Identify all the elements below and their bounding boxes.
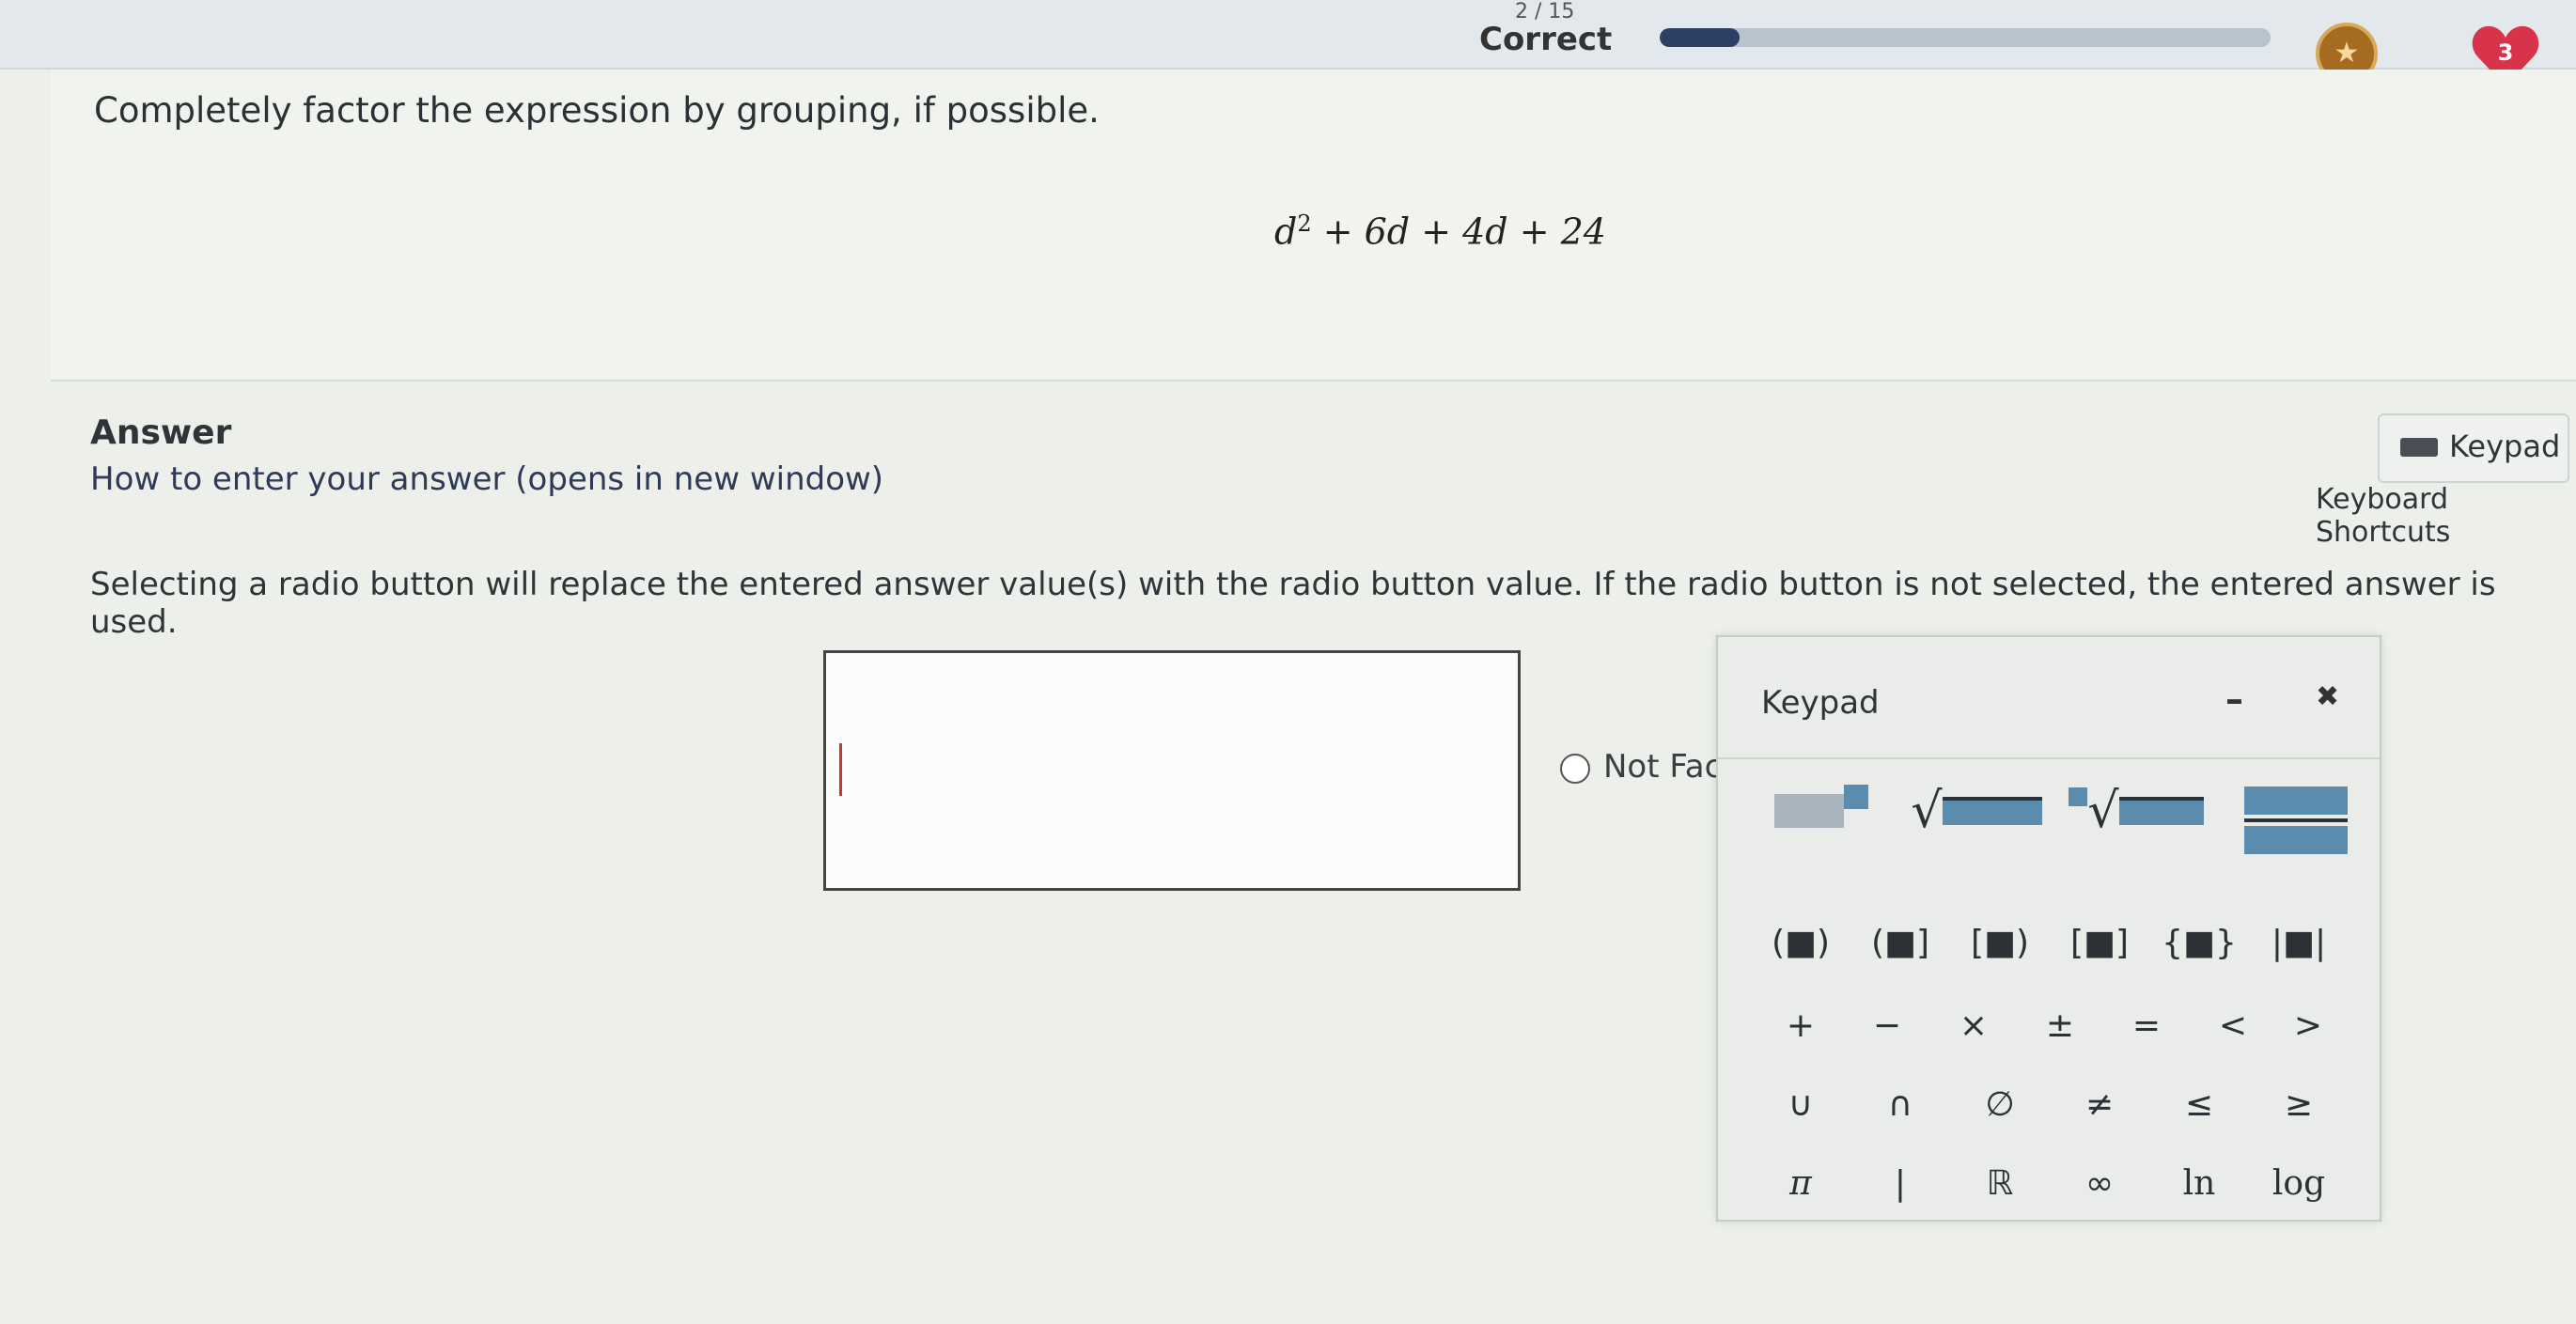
absolute-value-label: |■| [2271, 923, 2327, 962]
math-expression: d2 + 6d + 4d + 24 [1274, 210, 1606, 253]
less-equal-button[interactable]: ≤ [2154, 1071, 2244, 1137]
minimize-button[interactable]: – [2225, 678, 2243, 720]
plus-minus-button[interactable]: ± [2015, 992, 2105, 1058]
bracket-paren-label: [■) [1970, 923, 2030, 962]
nth-root-radicand-icon [2118, 797, 2204, 825]
radio-circle-icon[interactable] [1560, 753, 1590, 784]
absolute-value-button[interactable]: |■| [2254, 910, 2344, 975]
nth-root-icon: √ [2087, 783, 2119, 839]
answer-heading: Answer [90, 413, 232, 452]
fraction-bar-icon [2244, 818, 2348, 822]
exponent-power-icon [1844, 785, 1868, 809]
top-bar: 2 / 15 Correct ★ 3 [0, 0, 2576, 86]
sqrt-template-button[interactable]: √ [1906, 778, 2047, 844]
question-prompt: Completely factor the expression by grou… [94, 90, 1100, 131]
expression-rest: + 6d + 4d + 24 [1322, 210, 1606, 253]
infinity-button[interactable]: ∞ [2054, 1150, 2145, 1216]
intersection-button[interactable]: ∩ [1855, 1071, 1945, 1137]
union-button[interactable]: ∪ [1756, 1071, 1846, 1137]
empty-set-button[interactable]: ∅ [1955, 1071, 2045, 1137]
keypad-title: Keypad [1761, 684, 1880, 722]
open-open-paren-button[interactable]: (■) [1756, 910, 1846, 975]
fraction-template-button[interactable] [2235, 769, 2357, 872]
progress-bar [1660, 28, 2271, 47]
minus-button[interactable]: − [1842, 992, 1932, 1058]
question-panel: Completely factor the expression by grou… [51, 70, 2576, 382]
radio-instructions: Selecting a radio button will replace th… [90, 566, 2496, 641]
fraction-denominator-icon [2244, 826, 2348, 854]
equals-button[interactable]: = [2101, 992, 2192, 1058]
log-button[interactable]: log [2254, 1150, 2344, 1216]
text-caret [839, 743, 842, 796]
keypad-header: Keypad – ✖ [1718, 637, 2380, 759]
expression-base: d [1274, 210, 1298, 253]
progress-bar-fill [1660, 28, 1740, 47]
plus-button[interactable]: + [1756, 992, 1846, 1058]
root-index-icon [2069, 787, 2088, 806]
answer-input[interactable] [823, 650, 1521, 891]
close-button[interactable]: ✖ [2316, 680, 2339, 713]
pi-button[interactable]: π [1756, 1150, 1846, 1216]
paren-label: (■) [1771, 923, 1831, 962]
bracket-label: [■] [2069, 923, 2130, 962]
keyboard-icon [2400, 438, 2438, 457]
keypad-toggle-label: Keypad [2449, 428, 2561, 464]
paren-bracket-label: (■] [1870, 923, 1930, 962]
nth-root-template-button[interactable]: √ [2066, 778, 2207, 844]
greater-than-button[interactable]: > [2263, 992, 2353, 1058]
fraction-numerator-icon [2244, 787, 2348, 815]
hearts-count: 3 [2497, 39, 2514, 66]
such-that-button[interactable]: | [1855, 1150, 1945, 1216]
keyboard-shortcuts-link[interactable]: Keyboard Shortcuts [2316, 483, 2576, 549]
status-label: Correct [1479, 21, 1613, 58]
real-numbers-button[interactable]: ℝ [1955, 1150, 2045, 1216]
bracket-bracket-button[interactable]: [■] [2054, 910, 2145, 975]
times-button[interactable]: × [1928, 992, 2019, 1058]
exponent-template-button[interactable] [1756, 778, 1887, 844]
greater-equal-button[interactable]: ≥ [2254, 1071, 2344, 1137]
not-equal-button[interactable]: ≠ [2054, 1071, 2145, 1137]
exponent-base-icon [1774, 794, 1844, 828]
keypad-toggle-button[interactable]: Keypad [2378, 413, 2569, 483]
keypad-panel: Keypad – ✖ √ √ (■) (■] [■) [■] {■} |■| +… [1716, 635, 2381, 1222]
ln-button[interactable]: ln [2154, 1150, 2244, 1216]
how-to-enter-link[interactable]: How to enter your answer (opens in new w… [90, 460, 883, 498]
braces-button[interactable]: {■} [2154, 910, 2244, 975]
paren-bracket-button[interactable]: (■] [1855, 910, 1945, 975]
braces-label: {■} [2162, 923, 2237, 962]
sqrt-icon: √ [1911, 783, 1943, 839]
sqrt-radicand-icon [1942, 797, 2042, 825]
expression-exponent: 2 [1297, 210, 1312, 237]
bracket-paren-button[interactable]: [■) [1955, 910, 2045, 975]
